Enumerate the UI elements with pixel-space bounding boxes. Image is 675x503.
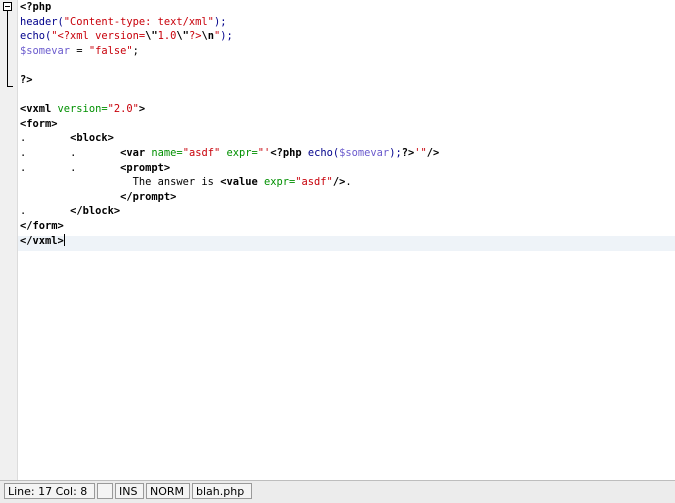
code-line[interactable]: The answer is <value expr="asdf"/>.: [20, 175, 439, 190]
code-line[interactable]: . </block>: [20, 204, 439, 219]
code-line[interactable]: . . <prompt>: [20, 161, 439, 176]
code-token: <?php: [20, 1, 52, 13]
code-token: />: [332, 176, 346, 189]
code-token: "Content-type: text/xml": [63, 15, 214, 28]
status-empty-cell: [97, 483, 113, 499]
code-token: ;: [132, 44, 139, 57]
code-token: );: [220, 30, 233, 43]
code-token: '": [414, 146, 427, 159]
insert-mode-indicator[interactable]: INS: [115, 483, 144, 499]
code-token: header(: [20, 15, 64, 28]
code-line[interactable]: . . <var name="asdf" expr="'<?php echo($…: [20, 146, 439, 161]
code-line[interactable]: <vxml version="2.0">: [20, 102, 439, 117]
code-token: <var: [120, 146, 146, 159]
code-token: <prompt>: [120, 161, 171, 174]
fold-marker-end: [7, 86, 13, 87]
code-line[interactable]: ?>: [20, 73, 439, 88]
editor-gutter: [0, 0, 18, 480]
code-token: 1.0: [157, 30, 177, 43]
code-token: expr=: [257, 176, 296, 189]
code-line[interactable]: $somevar = "false";: [20, 44, 439, 59]
code-token: </vxml>: [20, 234, 64, 247]
code-line[interactable]: [20, 88, 439, 103]
code-token: <?php: [270, 146, 302, 159]
code-token: expr=: [220, 146, 258, 159]
fold-marker-line: [7, 11, 8, 86]
code-line[interactable]: <form>: [20, 117, 439, 132]
code-token: <block>: [70, 132, 114, 145]
code-line[interactable]: </form>: [20, 219, 439, 234]
code-token: <vxml: [20, 103, 52, 116]
code-token: echo(: [20, 30, 52, 43]
code-token: echo(: [301, 146, 340, 159]
code-token: version=: [51, 103, 108, 116]
code-line[interactable]: header("Content-type: text/xml");: [20, 15, 439, 30]
code-editor[interactable]: <?php header("Content-type: text/xml"); ec…: [0, 0, 675, 480]
code-token: \n: [201, 30, 214, 43]
code-token: >: [138, 103, 146, 116]
code-token: "2.0": [107, 103, 139, 116]
code-token: $somevar: [20, 44, 71, 57]
code-line[interactable]: <?php: [20, 0, 439, 15]
code-token: />: [426, 146, 440, 159]
code-line[interactable]: [20, 58, 439, 73]
code-token: <value: [220, 176, 258, 189]
code-line[interactable]: </prompt>: [20, 190, 439, 205]
code-token: =: [70, 44, 89, 57]
code-text-area[interactable]: <?php header("Content-type: text/xml"); ec…: [20, 0, 439, 248]
code-token: \": [145, 30, 158, 43]
code-token: "asdf": [182, 146, 221, 159]
code-token: \": [176, 30, 189, 43]
code-token: "asdf": [295, 176, 333, 189]
code-line[interactable]: echo("<?xml version=\"1.0\"?>\n");: [20, 29, 439, 44]
code-token: <form>: [20, 117, 58, 130]
code-token: </prompt>: [120, 190, 177, 203]
code-token: );: [389, 146, 402, 159]
code-token: ?>: [401, 146, 415, 159]
code-token: ?>: [20, 73, 33, 86]
status-bar: Line: 17 Col: 8 INS NORM blah.php: [0, 480, 675, 503]
code-token: </block>: [70, 205, 121, 218]
norm-mode-indicator[interactable]: NORM: [146, 483, 190, 499]
code-token: );: [213, 15, 227, 28]
code-token: ?>: [188, 30, 202, 43]
code-token: .: [345, 176, 352, 189]
code-token: "': [257, 146, 271, 159]
code-token: "<?xml version=: [51, 30, 146, 43]
code-token: name=: [145, 146, 183, 159]
code-token: The answer is: [20, 176, 221, 189]
code-token: </form>: [20, 219, 64, 232]
cursor-position: Line: 17 Col: 8: [4, 483, 95, 499]
code-token: $somevar: [339, 146, 390, 159]
code-token: "false": [88, 44, 133, 57]
code-line[interactable]: </vxml>: [20, 233, 439, 249]
filename-indicator: blah.php: [192, 483, 252, 499]
code-line[interactable]: . <block>: [20, 131, 439, 146]
fold-collapse-icon[interactable]: [3, 2, 12, 11]
text-cursor: [63, 233, 65, 246]
